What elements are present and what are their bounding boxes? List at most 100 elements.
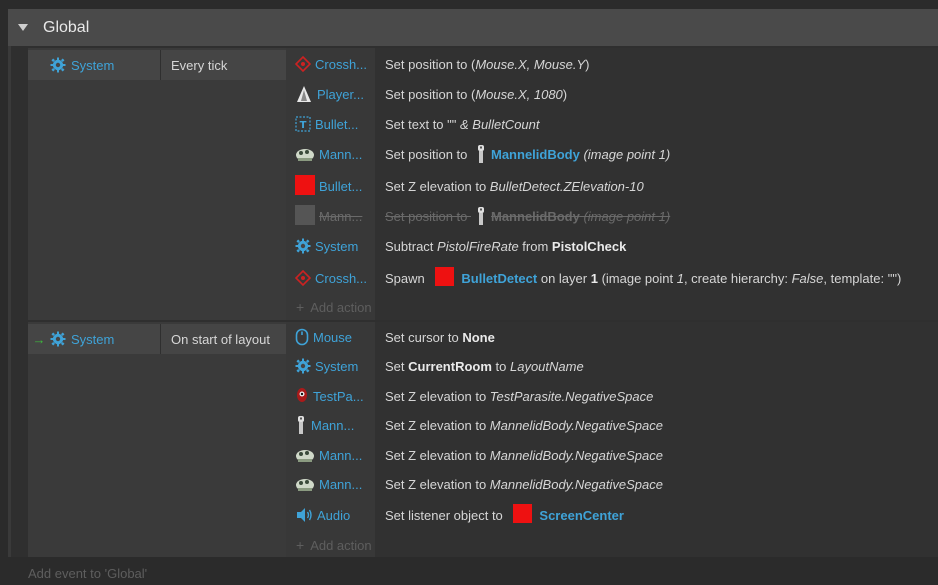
action-text-segment: Set text to ""	[385, 116, 460, 132]
action-text[interactable]: Set position to MannelidBody (image poin…	[385, 144, 670, 164]
action-text[interactable]: Set CurrentRoom to LayoutName	[385, 359, 584, 374]
svg-text:T: T	[300, 120, 307, 131]
text-object-icon: T	[295, 116, 311, 132]
action-text-segment: to	[491, 358, 510, 374]
action-text-segment: Set cursor to	[385, 329, 463, 345]
action-text[interactable]: Set position to (Mouse.X, 1080)	[385, 87, 567, 102]
condition-object-label: System	[71, 331, 115, 347]
action-text[interactable]: Set Z elevation to MannelidBody.Negative…	[385, 448, 663, 463]
actions-column: Crossh... Set position to (Mouse.X, Mouse…	[286, 48, 938, 320]
action-text[interactable]: Spawn BulletDetect on layer 1 (image poi…	[385, 267, 901, 289]
action-row[interactable]: Mouse Set cursor to None	[286, 322, 938, 352]
player-sprite-icon	[295, 85, 313, 103]
crosshair-sprite-icon	[295, 270, 311, 286]
action-text[interactable]: Set Z elevation to MannelidBody.Negative…	[385, 477, 663, 492]
collapse-caret-icon[interactable]	[18, 24, 28, 31]
action-text-segment: Set	[385, 358, 409, 374]
action-row[interactable]: Mann... Set position to MannelidBody (ima…	[286, 139, 938, 169]
parasite-sprite-icon	[295, 387, 309, 405]
action-row[interactable]: Player... Set position to (Mouse.X, 1080)	[286, 79, 938, 109]
red-square-icon	[295, 174, 315, 198]
action-text[interactable]: Set cursor to None	[385, 330, 495, 345]
crosshair-sprite-icon	[295, 56, 311, 72]
action-text[interactable]: Set Z elevation to BulletDetect.ZElevati…	[385, 179, 644, 194]
action-object[interactable]: Mann...	[286, 146, 375, 162]
action-object[interactable]: Bullet...	[286, 174, 375, 198]
plus-icon: +	[296, 299, 305, 315]
action-object-label: Mann...	[319, 146, 363, 162]
action-row[interactable]: Mann... Set Z elevation to MannelidBody.N…	[286, 410, 938, 440]
action-expression: MannelidBody.NegativeSpace	[489, 417, 663, 433]
condition-text[interactable]: Every tick	[171, 58, 227, 73]
action-row[interactable]: System Subtract PistolFireRate from Pisto…	[286, 231, 938, 261]
action-object-label: Crossh...	[315, 56, 368, 72]
action-object-label: Mann...	[319, 447, 363, 463]
action-text[interactable]: Subtract PistolFireRate from PistolCheck	[385, 239, 626, 254]
action-row[interactable]: Crossh... Set position to (Mouse.X, Mouse…	[286, 49, 938, 79]
mannelid-sprite-icon	[295, 447, 315, 463]
action-object-label: System	[315, 238, 359, 254]
action-row-disabled[interactable]: Mann... Set position to MannelidBody (ima…	[286, 201, 938, 231]
action-row[interactable]: T Bullet... Set text to "" & BulletCount	[286, 109, 938, 139]
action-row[interactable]: System Set CurrentRoom to LayoutName	[286, 351, 938, 381]
condition-row[interactable]: System Every tick	[28, 50, 286, 80]
gear-icon	[50, 331, 66, 347]
action-object[interactable]: System	[286, 358, 375, 374]
action-row[interactable]: Audio Set listener object to ScreenCenter	[286, 500, 938, 530]
action-text[interactable]: Set text to "" & BulletCount	[385, 117, 540, 132]
action-object[interactable]: Mann...	[286, 476, 375, 492]
action-text[interactable]: Set Z elevation to MannelidBody.Negative…	[385, 418, 663, 433]
add-event-link[interactable]: Add event to 'Global'	[28, 566, 147, 581]
action-object[interactable]: Mann...	[286, 204, 375, 228]
action-object[interactable]: Audio	[286, 507, 375, 523]
action-object[interactable]: System	[286, 238, 375, 254]
action-text-segment: Set position to	[385, 208, 471, 224]
conditions-column: System Every tick	[28, 48, 286, 320]
add-action-button[interactable]: + Add action	[296, 535, 372, 555]
action-row[interactable]: Mann... Set Z elevation to MannelidBody.N…	[286, 440, 938, 470]
action-expression: & BulletCount	[460, 116, 540, 132]
action-expression: Mouse.X, Mouse.Y	[475, 56, 586, 72]
action-expression: Mouse.X, 1080	[475, 86, 563, 102]
action-row[interactable]: Bullet... Set Z elevation to BulletDetect…	[286, 171, 938, 201]
action-object[interactable]: Crossh...	[286, 270, 375, 286]
action-parameter: PistolCheck	[551, 238, 627, 254]
action-object[interactable]: Crossh...	[286, 56, 375, 72]
action-row[interactable]: Mann... Set Z elevation to MannelidBody.N…	[286, 469, 938, 499]
action-object[interactable]: Player...	[286, 85, 375, 103]
action-text-segment: Set Z elevation to	[385, 178, 490, 194]
add-action-label: Add action	[310, 299, 372, 315]
action-text-segment: )	[562, 86, 568, 102]
condition-row[interactable]: → System On start of layout	[28, 324, 286, 354]
condition-text[interactable]: On start of layout	[171, 332, 270, 347]
action-text[interactable]: Set position to (Mouse.X, Mouse.Y)	[385, 57, 590, 72]
group-header[interactable]: Global	[8, 9, 938, 46]
action-object[interactable]: Mouse	[286, 328, 375, 346]
mannelid-sprite-icon	[295, 476, 315, 492]
action-text-segment: Set position to	[385, 146, 471, 162]
action-text[interactable]: Set Z elevation to TestParasite.Negative…	[385, 389, 653, 404]
action-object-label: Audio	[317, 507, 351, 523]
action-object[interactable]: Mann...	[286, 447, 375, 463]
action-object-label: Bullet...	[315, 116, 359, 132]
condition-object[interactable]: System	[50, 331, 160, 347]
action-text-segment: Set Z elevation to	[385, 388, 490, 404]
event-block[interactable]: → System On start of layout Mouse Set cursor…	[28, 322, 938, 557]
action-parameter: CurrentRoom	[408, 358, 492, 374]
action-text-segment: Set position to (	[385, 56, 476, 72]
action-text-segment: Set Z elevation to	[385, 417, 490, 433]
add-action-button[interactable]: + Add action	[296, 297, 372, 317]
action-expression: LayoutName	[509, 358, 584, 374]
action-expression: TestParasite.NegativeSpace	[489, 388, 654, 404]
action-row[interactable]: Crossh... Spawn BulletDetect on layer 1 (…	[286, 263, 938, 293]
action-object[interactable]: Mann...	[286, 415, 375, 435]
action-object[interactable]: T Bullet...	[286, 116, 375, 132]
condition-object[interactable]: System	[50, 57, 160, 73]
action-object[interactable]: TestPa...	[286, 387, 375, 405]
event-block[interactable]: System Every tick Crossh... Set position to…	[28, 48, 938, 320]
action-row[interactable]: TestPa... Set Z elevation to TestParasite…	[286, 381, 938, 411]
action-text-segment: on layer	[537, 270, 591, 286]
action-text[interactable]: Set listener object to ScreenCenter	[385, 504, 624, 526]
action-text[interactable]: Set position to MannelidBody (image poin…	[385, 206, 670, 226]
mannelid-body-icon	[475, 206, 487, 226]
